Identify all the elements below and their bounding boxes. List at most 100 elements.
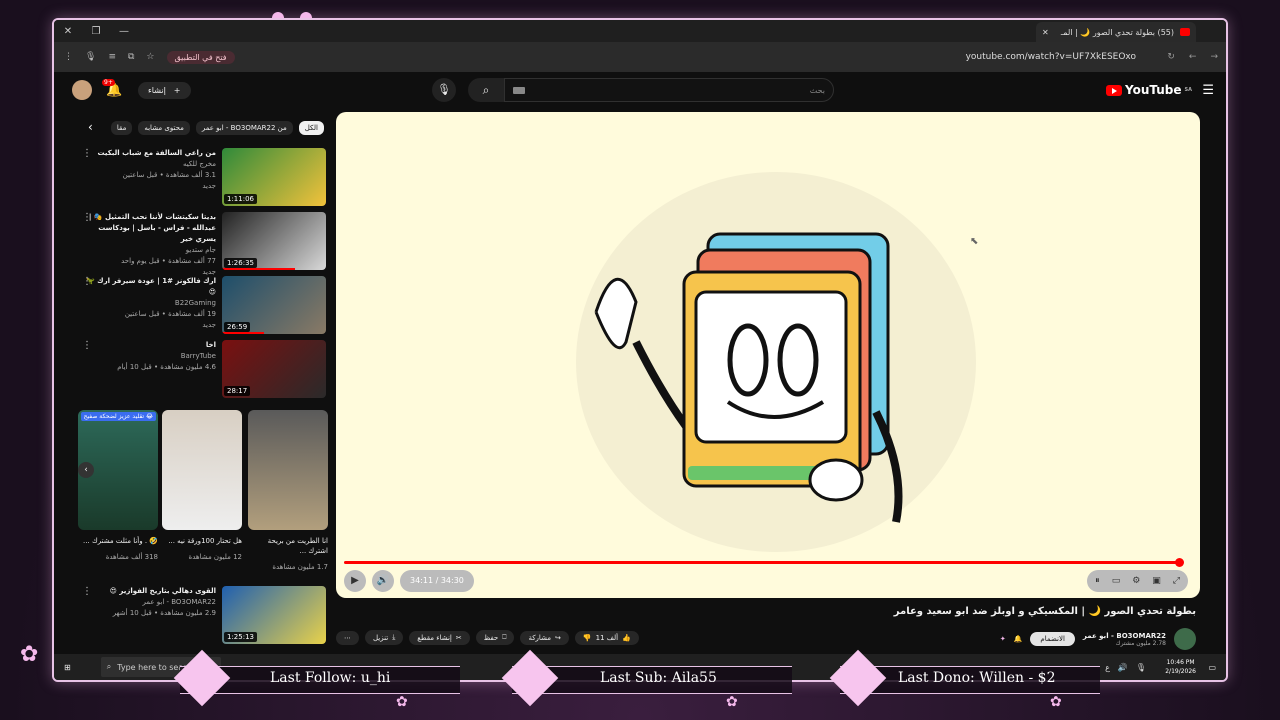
miniplayer-icon[interactable]: ▣ [1152,576,1161,586]
subscriber-count: 2.78 مليون مشترك [1115,639,1166,647]
short-title[interactable]: 🤣 . وأنا مثلت مشترك ... [78,536,158,546]
channel-row: BO3OMAR22 - ابو عمر 2.78 مليون مشترك الا… [1000,628,1196,650]
duration-badge: 1:25:13 [224,632,257,642]
reload-icon[interactable]: ↻ [1167,52,1175,62]
more-actions-button[interactable]: ⋯ [336,630,359,645]
video-meta: ارك فالكونز #1 | عودة سيرفر ارك 🦖😍 B22Ga… [86,276,216,331]
view-count: 19 ألف مشاهدة • قبل ساعتين [124,310,216,318]
video-player[interactable]: ⬉ ▶ 🔊 34:11 / 34:30 ⏸ ▭ ⚙ ▣ ⤢ [336,112,1200,598]
search-placeholder: بحث [809,85,825,95]
seek-bar[interactable] [344,558,1184,567]
tab-close-icon[interactable]: ✕ [1042,28,1049,37]
pause-icon[interactable]: ⏸ [1095,576,1100,586]
like-icon[interactable]: 👍 [622,634,631,642]
short-title[interactable]: انا الطريت من بريحة اشترك ... [248,536,328,556]
channel-name[interactable]: جام ستديو [86,245,216,256]
shorts-prev-icon[interactable]: ‹ [78,462,94,478]
subtitles-icon[interactable]: ▭ [1112,576,1121,586]
join-button[interactable]: الانضمام [1030,632,1075,646]
short-thumbnail[interactable] [248,410,328,530]
settings-gear-icon[interactable]: ⚙ [1132,576,1140,586]
notifications-center-icon[interactable]: ▭ [1208,663,1216,672]
more-icon[interactable]: ⋮ [64,52,73,62]
taskbar-clock[interactable]: 10:46 PM 2/19/2026 [1165,658,1196,676]
video-title[interactable]: بديتا سكيتشات لأننا نحب التمثيل 🎭 | عبدا… [86,212,216,245]
video-meta: اخا BarryTube 4.6 مليون مشاهدة • قبل 10 … [86,340,216,373]
chip-more[interactable]: مقا [110,121,133,135]
download-button[interactable]: تنزيل ⤓ [365,630,404,645]
youtube-favicon-icon [1180,28,1190,36]
video-thumbnail[interactable]: 1:25:13 [222,586,326,644]
chip-from-channel[interactable]: من BO3OMAR22 - ابو عمر [195,121,293,135]
clip-button[interactable]: إنشاء مقطع ✂ [409,630,470,645]
channel-name[interactable]: BarryTube [86,351,216,362]
subscribed-bell-icon[interactable]: 🔔 [1014,635,1023,643]
channel-avatar[interactable] [1174,628,1196,650]
video-thumbnail[interactable]: 26:59 [222,276,326,334]
video-thumbnail[interactable]: 28:17 [222,340,326,398]
mic-icon[interactable]: 🎙 [85,52,96,62]
more-options-icon[interactable]: ⋮ [82,148,92,159]
list-item[interactable]: 28:17 اخا BarryTube 4.6 مليون مشاهدة • ق… [72,340,326,400]
short-title[interactable]: هل تحتار 100ورقة نيه ... [162,536,242,546]
create-button[interactable]: إنشاء + [138,81,191,99]
restore-window-icon[interactable]: ❐ [82,26,110,37]
short-views: 1.7 مليون مشاهدة [272,563,328,571]
search-input[interactable]: بحث [504,78,834,102]
youtube-logo[interactable]: YouTube SA [1106,83,1192,97]
flower-icon: ✿ [396,694,408,710]
channel-name-main[interactable]: BO3OMAR22 - ابو عمر [1083,632,1166,640]
tab-active[interactable]: (55) بطولة تحدي الصور 🌙 | المـ ✕ [1036,22,1196,42]
volume-icon[interactable]: 🔊 [372,570,394,592]
list-item[interactable]: 1:26:35 بديتا سكيتشات لأننا نحب التمثيل … [72,212,326,276]
search-icon[interactable]: ⌕ [468,78,504,102]
video-title[interactable]: ارك فالكونز #1 | عودة سيرفر ارك 🦖😍 [86,276,216,298]
video-title[interactable]: القوى دهالي بتاريخ الفوازير 😍 [86,586,216,597]
view-count: 2.9 مليون مشاهدة • قبل 10 أشهر [112,609,216,617]
video-meta: بديتا سكيتشات لأننا نحب التمثيل 🎭 | عبدا… [86,212,216,278]
voice-search-icon[interactable]: 🎙 [432,78,456,102]
list-item[interactable]: 1:25:13 القوى دهالي بتاريخ الفوازير 😍 BO… [72,586,326,646]
short-thumbnail[interactable] [162,410,242,530]
channel-name[interactable]: B22Gaming [86,298,216,309]
youtube-play-icon [1106,84,1122,96]
bookmark-star-icon[interactable]: ☆ [146,52,154,62]
action-bar: ⋯ تنزيل ⤓ إنشاء مقطع ✂ حفظ ⎕ مشاركة ↪ 👎 11 أ… [336,630,639,645]
channel-name[interactable]: BO3OMAR22 - ابو عمر [86,597,216,608]
save-button[interactable]: حفظ ⎕ [475,630,515,645]
video-thumbnail[interactable]: 1:26:35 [222,212,326,270]
minimize-window-icon[interactable]: — [110,26,138,37]
extensions-icon[interactable]: ⧉ [128,52,134,62]
view-count: 4.6 مليون مشاهدة • قبل 10 أيام [117,363,216,371]
duration-badge: 28:17 [224,386,251,396]
logo-text: YouTube [1125,83,1182,97]
menu-icon[interactable]: ☰ [1202,83,1214,98]
video-title[interactable]: من راعي السالفة مع شباب البكيت [86,148,216,159]
more-options-icon[interactable]: ⋮ [82,212,92,223]
forward-icon[interactable]: ← [1189,52,1197,62]
dislike-icon[interactable]: 👎 [583,634,592,642]
list-item[interactable]: 1:11:06 من راعي السالفة مع شباب البكيت م… [72,148,326,208]
windows-start-icon[interactable]: ⊞ [64,663,71,672]
more-options-icon[interactable]: ⋮ [82,340,92,351]
channel-name[interactable]: مخرج للكيه [86,159,216,170]
reading-list-icon[interactable]: ≡ [108,52,116,62]
close-window-icon[interactable]: ✕ [54,26,82,37]
video-thumbnail[interactable]: 1:11:06 [222,148,326,206]
chip-related[interactable]: محتوى مشابه [138,121,190,135]
list-item[interactable]: 26:59 ارك فالكونز #1 | عودة سيرفر ارك 🦖😍… [72,276,326,336]
back-icon[interactable]: → [1210,52,1218,62]
more-options-icon[interactable]: ⋮ [82,586,92,597]
chip-all[interactable]: الكل [298,121,324,135]
share-button[interactable]: مشاركة ↪ [520,630,569,645]
url-field[interactable]: youtube.com/watch?v=UF7XkESEOxo [966,52,1136,62]
open-in-app-button[interactable]: فتح في التطبيق [166,50,235,64]
more-options-icon[interactable]: ⋮ [82,276,92,287]
keyboard-icon[interactable] [513,86,525,94]
account-avatar[interactable] [72,80,92,100]
seek-knob[interactable] [1174,558,1184,567]
notifications-bell-icon[interactable]: 🔔 9+ [102,78,122,98]
video-title[interactable]: اخا [86,340,216,351]
play-icon[interactable]: ▶ [344,570,366,592]
fullscreen-icon[interactable]: ⤢ [1173,576,1180,586]
